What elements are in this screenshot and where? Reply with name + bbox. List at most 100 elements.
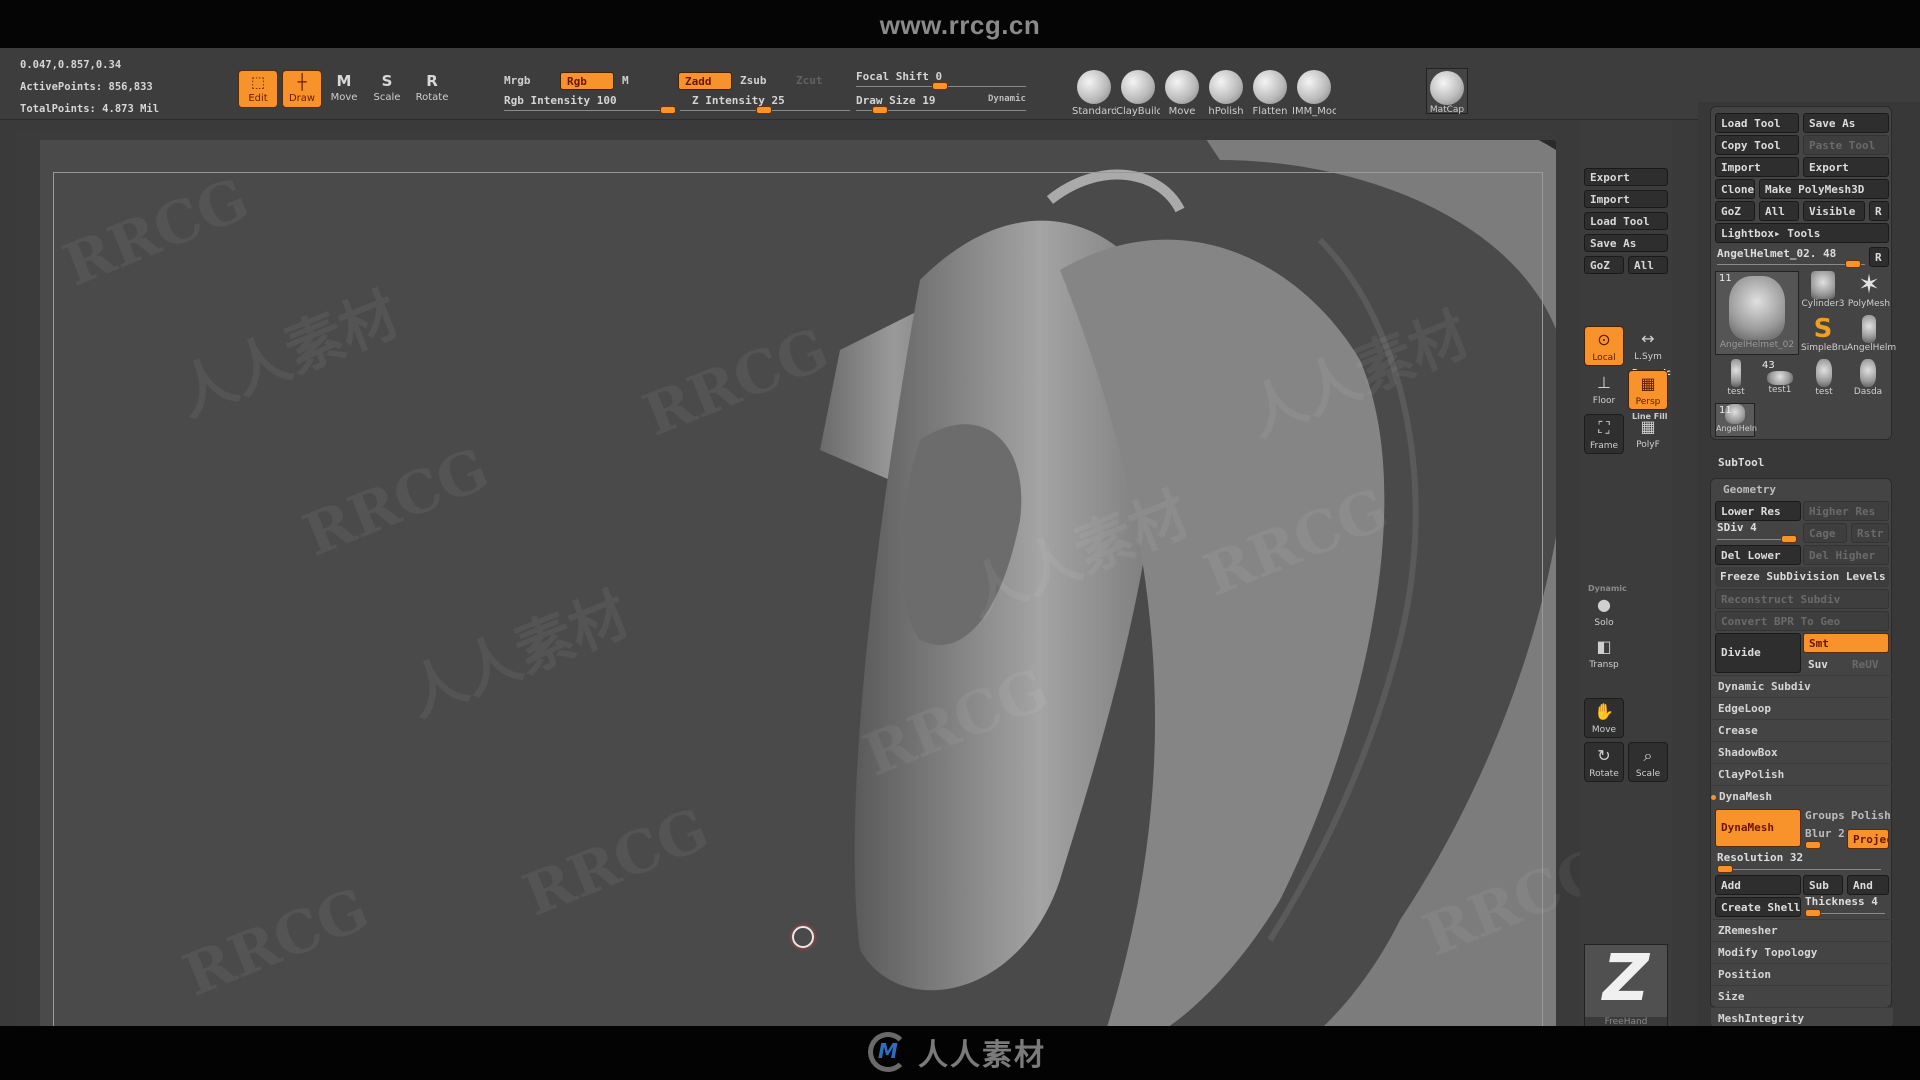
reuv-toggle[interactable]: ReUV xyxy=(1847,655,1889,675)
size-section[interactable]: Size xyxy=(1711,985,1893,1007)
current-tool-knob[interactable] xyxy=(1845,260,1861,268)
brush-hpolish[interactable]: hPolish xyxy=(1204,70,1248,117)
floor-button[interactable]: ⊥ Floor xyxy=(1584,370,1624,410)
polyf-button[interactable]: ▦ PolyF xyxy=(1628,414,1668,454)
goz-all-button[interactable]: All xyxy=(1759,201,1799,221)
stroke-selector[interactable]: Z FreeHand xyxy=(1584,944,1668,1028)
rgb-button[interactable]: Rgb xyxy=(560,72,614,90)
zadd-button[interactable]: Zadd xyxy=(678,72,732,90)
local-button[interactable]: ⊙ Local xyxy=(1584,326,1624,366)
zremesher-section[interactable]: ZRemesher xyxy=(1711,919,1893,941)
reconstruct-subdiv-button[interactable]: Reconstruct Subdiv xyxy=(1715,589,1889,609)
mrgb-button[interactable]: Mrgb xyxy=(498,72,558,90)
thickness-knob[interactable] xyxy=(1805,909,1821,917)
resolution-knob[interactable] xyxy=(1717,865,1733,873)
freeze-subdiv-button[interactable]: Freeze SubDivision Levels xyxy=(1715,567,1889,587)
tool-thumb-angelhelmet[interactable]: 11 AngelHelmet_02 xyxy=(1715,271,1799,355)
rotate-button[interactable]: R Rotate xyxy=(412,70,452,108)
frame-button[interactable]: ⛶ Frame xyxy=(1584,414,1624,454)
tool-thumb-polymesh[interactable]: ✶ PolyMesh xyxy=(1847,271,1891,313)
lower-res-button[interactable]: Lower Res xyxy=(1715,501,1801,521)
shelf-save-as-button[interactable]: Save As xyxy=(1584,234,1668,252)
modify-topology-section[interactable]: Modify Topology xyxy=(1711,941,1893,963)
create-shell-button[interactable]: Create Shell xyxy=(1715,897,1801,917)
scale-button[interactable]: S Scale xyxy=(367,70,407,108)
tool-thumb-angelheln[interactable]: 11 AngelHeln xyxy=(1715,403,1757,437)
export-button[interactable]: Export xyxy=(1803,157,1889,177)
visible-button[interactable]: Visible xyxy=(1803,201,1865,221)
save-as-button[interactable]: Save As xyxy=(1803,113,1889,133)
smt-toggle[interactable]: Smt xyxy=(1803,633,1889,653)
z-intensity-knob[interactable] xyxy=(756,106,772,114)
project-toggle[interactable]: Projec xyxy=(1847,829,1889,849)
transp-button[interactable]: ◧ Transp xyxy=(1584,634,1624,674)
brush-claybuildup[interactable]: ClayBuildup xyxy=(1116,70,1160,117)
rgb-intensity-knob[interactable] xyxy=(660,106,676,114)
load-tool-button[interactable]: Load Tool xyxy=(1715,113,1799,133)
blur-knob[interactable] xyxy=(1805,841,1821,849)
rstr-button[interactable]: Rstr xyxy=(1851,523,1889,543)
dynamic-toggle[interactable]: Dynamic xyxy=(988,94,1026,104)
shelf-all-button[interactable]: All xyxy=(1628,256,1668,274)
clone-button[interactable]: Clone xyxy=(1715,179,1755,199)
divide-button[interactable]: Divide xyxy=(1715,633,1801,673)
lsym-button[interactable]: ↔ L.Sym xyxy=(1628,326,1668,366)
goz-button[interactable]: GoZ xyxy=(1715,201,1755,221)
higher-res-button[interactable]: Higher Res xyxy=(1803,501,1889,521)
m-button[interactable]: M xyxy=(616,72,656,90)
edgeloop-section[interactable]: EdgeLoop xyxy=(1711,697,1893,719)
tool-thumb-dasda[interactable]: Dasda xyxy=(1847,359,1889,401)
shadowbox-section[interactable]: ShadowBox xyxy=(1711,741,1893,763)
solo-button[interactable]: ● Solo xyxy=(1584,592,1624,632)
zsub-button[interactable]: Zsub xyxy=(734,72,784,90)
brush-flatten[interactable]: Flatten xyxy=(1248,70,1292,117)
convert-bpr-button[interactable]: Convert BPR To Geo xyxy=(1715,611,1889,631)
shelf-rotate-button[interactable]: ↻ Rotate xyxy=(1584,742,1624,782)
import-button[interactable]: Import xyxy=(1715,157,1799,177)
sub-button[interactable]: Sub xyxy=(1803,875,1843,895)
tool-thumb-test[interactable]: test xyxy=(1715,359,1757,401)
claypolish-section[interactable]: ClayPolish xyxy=(1711,763,1893,785)
dynamesh-button[interactable]: DynaMesh xyxy=(1715,809,1801,847)
del-higher-button[interactable]: Del Higher xyxy=(1803,545,1889,565)
shelf-scale-button[interactable]: ⌕ Scale xyxy=(1628,742,1668,782)
tool-thumb-test-2[interactable]: test xyxy=(1803,359,1845,401)
copy-tool-button[interactable]: Copy Tool xyxy=(1715,135,1799,155)
crease-section[interactable]: Crease xyxy=(1711,719,1893,741)
draw-button[interactable]: ┼ Draw xyxy=(282,70,322,108)
tool-thumb-test1[interactable]: 43 test1 xyxy=(1759,359,1801,401)
resolution-slider[interactable] xyxy=(1717,869,1881,870)
tool-thumb-cylinder[interactable]: Cylinder3 xyxy=(1801,271,1845,313)
persp-button[interactable]: ▦ Persp xyxy=(1628,370,1668,410)
shelf-goz-button[interactable]: GoZ xyxy=(1584,256,1624,274)
dynamic-subdiv-section[interactable]: Dynamic Subdiv xyxy=(1711,675,1893,697)
shelf-move-button[interactable]: ✋ Move xyxy=(1584,698,1624,738)
matcap-button[interactable]: MatCap xyxy=(1426,68,1468,115)
del-lower-button[interactable]: Del Lower xyxy=(1715,545,1801,565)
goz-r-button[interactable]: R xyxy=(1869,201,1889,221)
zcut-button[interactable]: Zcut xyxy=(790,72,830,90)
lightbox-tools-button[interactable]: Lightbox▸ Tools xyxy=(1715,223,1889,243)
draw-size-knob[interactable] xyxy=(872,106,888,114)
shelf-export-button[interactable]: Export xyxy=(1584,168,1668,186)
geometry-header[interactable]: Geometry xyxy=(1723,483,1776,496)
brush-standard[interactable]: Standard xyxy=(1072,70,1116,117)
brush-imm[interactable]: IMM_Moc xyxy=(1292,70,1336,117)
move-button[interactable]: M Move xyxy=(324,70,364,108)
sdiv-knob[interactable] xyxy=(1781,535,1797,543)
edit-button[interactable]: ⬚ Edit xyxy=(238,70,278,108)
position-section[interactable]: Position xyxy=(1711,963,1893,985)
polish-toggle[interactable]: Polish xyxy=(1851,809,1891,822)
tool-thumb-angelhelm[interactable]: AngelHelm xyxy=(1847,315,1896,357)
make-polymesh-button[interactable]: Make PolyMesh3D xyxy=(1759,179,1889,199)
subtool-section[interactable]: SubTool xyxy=(1718,456,1764,469)
cage-button[interactable]: Cage xyxy=(1803,523,1847,543)
focal-shift-knob[interactable] xyxy=(932,82,948,90)
brush-move[interactable]: Move xyxy=(1160,70,1204,117)
current-tool-slider[interactable] xyxy=(1717,264,1865,265)
tool-r-button[interactable]: R xyxy=(1869,247,1889,267)
dynamesh-section[interactable]: DynaMesh xyxy=(1711,785,1893,807)
groups-toggle[interactable]: Groups xyxy=(1805,809,1845,822)
suv-toggle[interactable]: Suv xyxy=(1803,655,1843,675)
tool-thumb-simplebrush[interactable]: S SimpleBru xyxy=(1801,315,1847,357)
